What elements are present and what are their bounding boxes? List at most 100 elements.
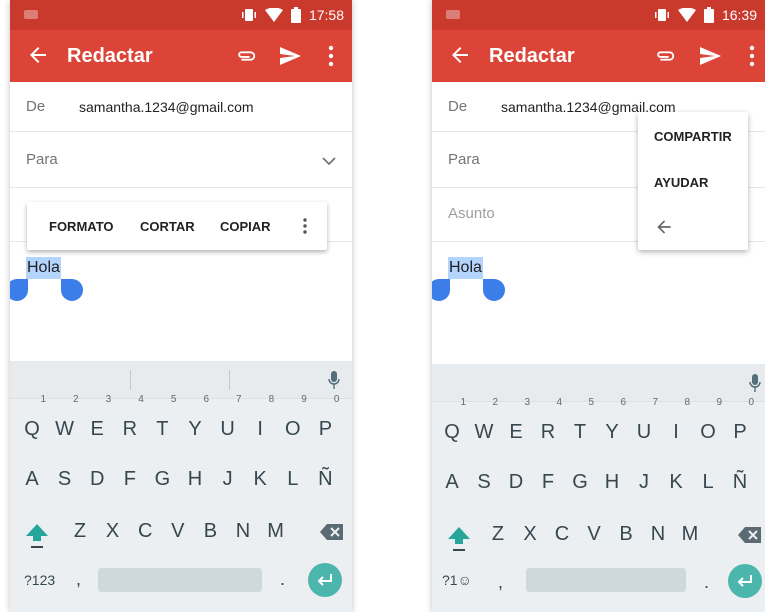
attach-icon[interactable] <box>654 45 676 67</box>
attach-icon[interactable] <box>235 45 257 67</box>
key-z[interactable]: Z <box>484 512 512 556</box>
key-o[interactable]: O9 <box>694 398 722 454</box>
symbols-key[interactable]: ?1☺ <box>442 572 472 588</box>
key-c[interactable]: C <box>548 512 576 556</box>
key-i[interactable]: I8 <box>246 395 274 451</box>
key-u[interactable]: U7 <box>630 398 658 454</box>
key-y[interactable]: Y6 <box>598 398 626 454</box>
key-r[interactable]: R4 <box>534 398 562 454</box>
comma-key[interactable]: , <box>498 572 503 593</box>
key-s[interactable]: S <box>470 460 498 504</box>
period-key[interactable]: . <box>704 572 709 593</box>
key-r[interactable]: R4 <box>116 395 144 451</box>
key-y[interactable]: Y6 <box>181 395 209 451</box>
key-o[interactable]: O9 <box>279 395 307 451</box>
back-arrow-icon[interactable] <box>448 43 472 67</box>
space-bar[interactable] <box>98 568 262 592</box>
key-f[interactable]: F <box>116 457 144 501</box>
key-z[interactable]: Z <box>66 509 94 553</box>
microphone-icon[interactable] <box>749 374 761 392</box>
key-w[interactable]: W2 <box>470 398 498 454</box>
key-x[interactable]: X <box>99 509 127 553</box>
key-f[interactable]: F <box>534 460 562 504</box>
key-q[interactable]: Q1 <box>438 398 466 454</box>
backspace-icon[interactable] <box>738 526 762 544</box>
share-menu-item[interactable]: COMPARTIR <box>654 129 732 144</box>
period-key[interactable]: . <box>280 569 285 590</box>
send-icon[interactable] <box>278 44 302 68</box>
space-bar[interactable] <box>526 568 686 592</box>
key-v[interactable]: V <box>164 509 192 553</box>
key-m[interactable]: M <box>676 512 704 556</box>
key-e[interactable]: E3 <box>83 395 112 451</box>
key-c[interactable]: C <box>131 509 159 553</box>
key-label: W <box>55 418 75 440</box>
key-u[interactable]: U7 <box>214 395 241 451</box>
key-p[interactable]: P0 <box>726 398 754 454</box>
key-x[interactable]: X <box>516 512 544 556</box>
key-e[interactable]: E3 <box>502 398 530 454</box>
key-t[interactable]: T5 <box>148 395 176 451</box>
key-d[interactable]: D <box>83 457 111 501</box>
key-q[interactable]: Q1 <box>18 395 46 451</box>
key-l[interactable]: L <box>279 457 307 501</box>
key-hint-number: 7 <box>652 397 658 408</box>
key-s[interactable]: S <box>51 457 79 501</box>
chevron-down-icon[interactable] <box>322 156 336 166</box>
from-value[interactable]: samantha.1234@gmail.com <box>79 99 254 115</box>
divider <box>130 370 131 390</box>
key-b[interactable]: B <box>612 512 640 556</box>
key-a[interactable]: A <box>18 457 46 501</box>
symbols-key[interactable]: ?123 <box>24 572 55 588</box>
key-g[interactable]: G <box>148 457 176 501</box>
key-h[interactable]: H <box>598 460 626 504</box>
comma-key[interactable]: , <box>76 569 81 590</box>
enter-key[interactable] <box>308 563 342 597</box>
backspace-icon[interactable] <box>320 523 344 541</box>
key-w[interactable]: W2 <box>51 395 78 451</box>
key-p[interactable]: P0 <box>311 395 340 451</box>
more-vert-icon[interactable] <box>328 45 334 67</box>
to-field[interactable]: Para <box>10 132 352 188</box>
key-n[interactable]: N <box>229 509 257 553</box>
more-vert-icon[interactable] <box>749 45 755 67</box>
vibrate-icon <box>241 9 256 21</box>
back-arrow-icon[interactable] <box>26 43 50 67</box>
key-a[interactable]: A <box>438 460 466 504</box>
key-k[interactable]: K <box>662 460 690 504</box>
key-hint-number: 5 <box>170 394 177 405</box>
key-h[interactable]: H <box>181 457 209 501</box>
key-j[interactable]: J <box>630 460 658 504</box>
key-g[interactable]: G <box>566 460 594 504</box>
send-icon[interactable] <box>698 44 722 68</box>
selection-handle-start[interactable] <box>432 279 450 301</box>
help-menu-item[interactable]: AYUDAR <box>654 175 708 190</box>
key-d[interactable]: D <box>502 460 530 504</box>
key-ñ[interactable]: Ñ <box>311 457 339 501</box>
more-vert-icon[interactable] <box>303 218 307 234</box>
key-k[interactable]: K <box>246 457 274 501</box>
key-t[interactable]: T5 <box>566 398 594 454</box>
shift-icon[interactable] <box>446 524 472 554</box>
copy-button[interactable]: COPIAR <box>220 219 271 234</box>
selection-handle-start[interactable] <box>10 279 28 301</box>
key-ñ[interactable]: Ñ <box>726 460 754 504</box>
cut-button[interactable]: CORTAR <box>140 219 195 234</box>
key-j[interactable]: J <box>214 457 242 501</box>
clock: 16:39 <box>721 7 757 23</box>
selection-handle-end[interactable] <box>483 279 505 301</box>
key-n[interactable]: N <box>644 512 672 556</box>
key-v[interactable]: V <box>580 512 608 556</box>
microphone-icon[interactable] <box>328 371 340 389</box>
selection-handle-end[interactable] <box>61 279 83 301</box>
key-l[interactable]: L <box>694 460 722 504</box>
key-m[interactable]: M <box>262 509 290 553</box>
key-b[interactable]: B <box>196 509 224 553</box>
key-i[interactable]: I8 <box>662 398 690 454</box>
shift-icon[interactable] <box>24 521 50 551</box>
selected-text[interactable]: Hola <box>448 257 483 279</box>
back-arrow-icon[interactable] <box>654 217 674 237</box>
selected-text[interactable]: Hola <box>26 257 61 279</box>
format-button[interactable]: FORMATO <box>49 219 114 234</box>
enter-key[interactable] <box>728 564 762 598</box>
